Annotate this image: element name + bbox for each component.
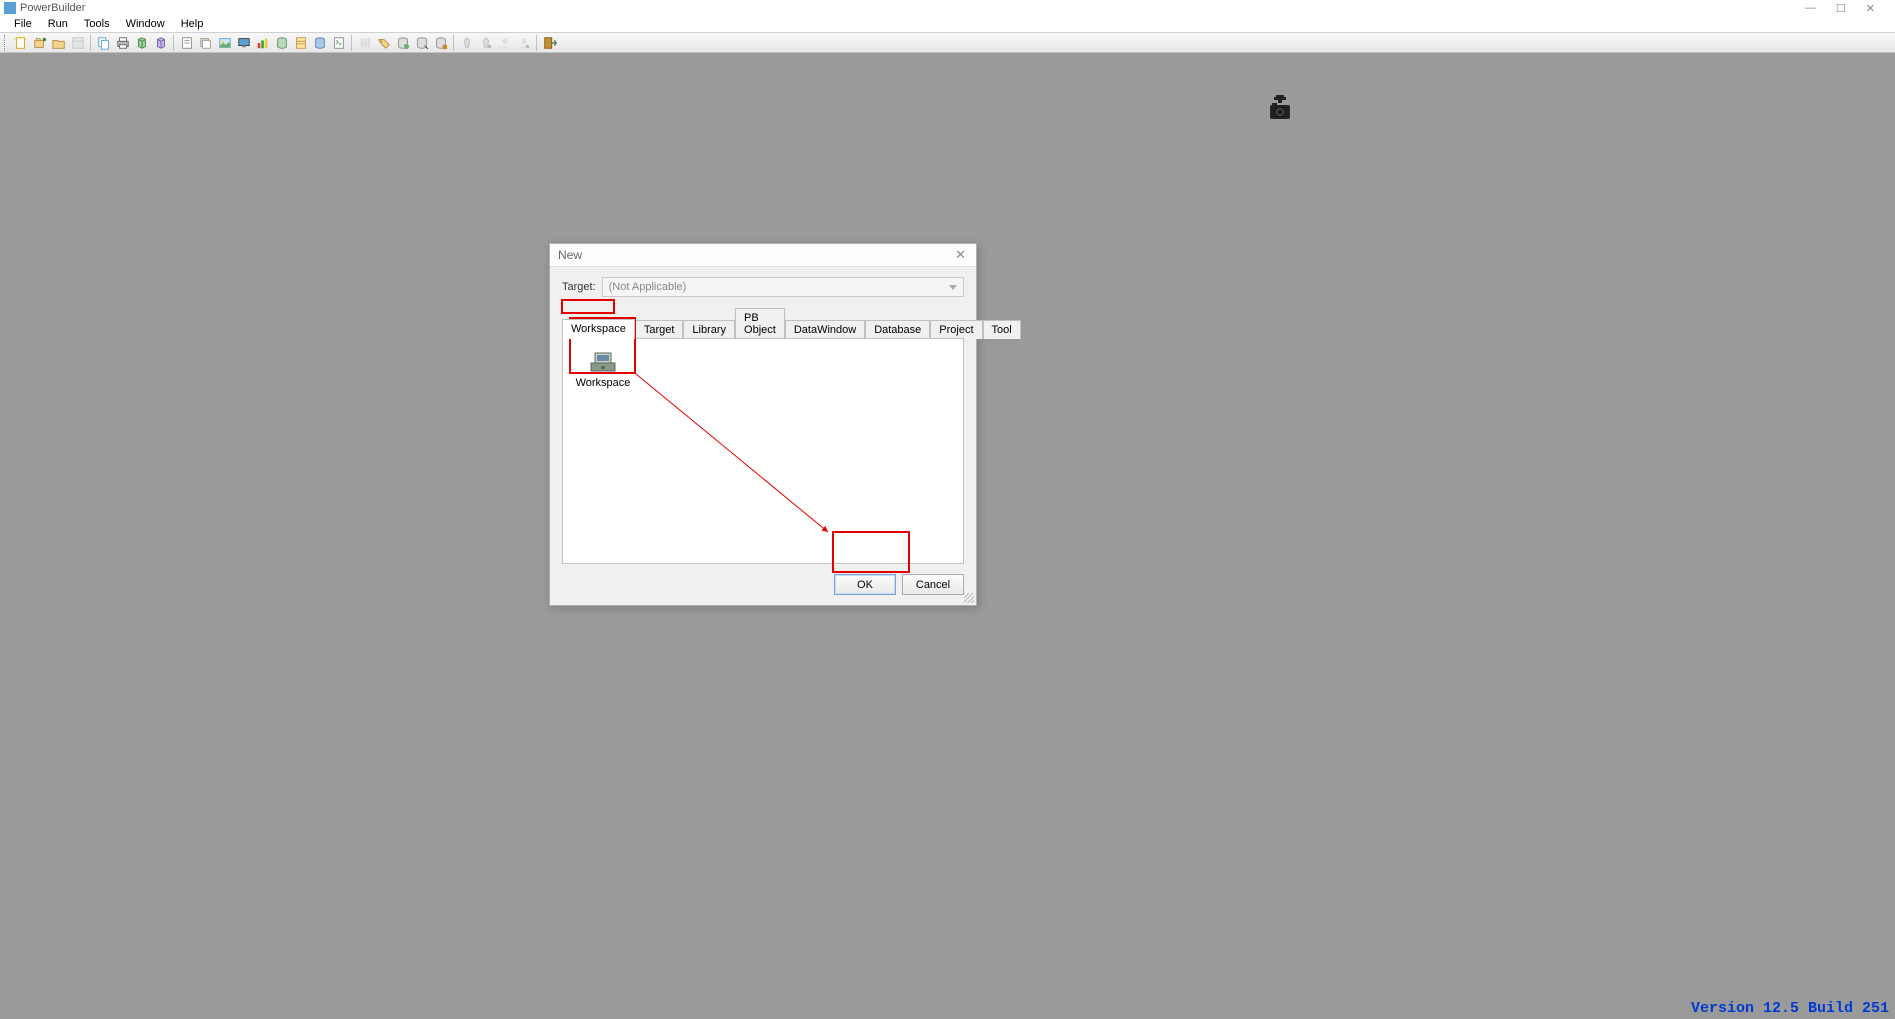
picture-button[interactable] (216, 34, 233, 51)
monitor-button[interactable] (235, 34, 252, 51)
app-icon (4, 2, 16, 14)
cylinder-button[interactable] (311, 34, 328, 51)
tab-library[interactable]: Library (683, 320, 735, 339)
toolbar-separator (453, 35, 454, 51)
target-label: Target: (562, 281, 596, 293)
debug-button (458, 34, 475, 51)
note-button[interactable] (178, 34, 195, 51)
menu-bar: File Run Tools Window Help (0, 15, 1895, 33)
menu-window[interactable]: Window (118, 17, 173, 31)
app-title: PowerBuilder (20, 2, 85, 14)
script-button[interactable] (330, 34, 347, 51)
debug-step-button (477, 34, 494, 51)
target-select[interactable]: (Not Applicable) (602, 277, 964, 297)
tab-datawindow[interactable]: DataWindow (785, 320, 865, 339)
query-button[interactable] (413, 34, 430, 51)
menu-file[interactable]: File (6, 17, 40, 31)
exit-button[interactable] (541, 34, 558, 51)
stack-button[interactable] (197, 34, 214, 51)
target-row: Target: (Not Applicable) (562, 277, 964, 297)
print-button[interactable] (114, 34, 131, 51)
camera-icon (1268, 95, 1292, 126)
toolbar-grip (4, 35, 8, 51)
target-select-value: (Not Applicable) (609, 281, 687, 293)
3d-button[interactable] (133, 34, 150, 51)
db-painter-button[interactable] (432, 34, 449, 51)
tab-project[interactable]: Project (930, 320, 982, 339)
open-folder-button[interactable] (50, 34, 67, 51)
menu-help[interactable]: Help (173, 17, 212, 31)
new-button[interactable] (12, 34, 29, 51)
tab-database[interactable]: Database (865, 320, 930, 339)
dialog-body: Target: (Not Applicable) Workspace Targe… (550, 267, 976, 605)
dialog-title-text: New (558, 248, 582, 262)
dialog-close-button[interactable]: ✕ (951, 247, 970, 263)
db-profile-button[interactable] (394, 34, 411, 51)
dialog-titlebar[interactable]: New ✕ (550, 244, 976, 267)
window-controls: — ☐ ✕ (1805, 0, 1895, 15)
resize-grip[interactable] (964, 593, 974, 603)
minimize-button[interactable]: — (1805, 2, 1816, 15)
dialog-tabs: Workspace Target Library PB Object DataW… (562, 307, 964, 338)
version-text: Version 12.5 Build 251 (1691, 1000, 1889, 1017)
workspace-icon (587, 349, 619, 373)
maximize-button[interactable]: ☐ (1836, 2, 1846, 15)
tab-tool[interactable]: Tool (983, 320, 1021, 339)
menu-tools[interactable]: Tools (76, 17, 118, 31)
toolbar-separator (90, 35, 91, 51)
properties-button (69, 34, 86, 51)
3d-alt-button[interactable] (152, 34, 169, 51)
copy-button[interactable] (95, 34, 112, 51)
menu-run[interactable]: Run (40, 17, 76, 31)
new-dialog: New ✕ Target: (Not Applicable) Workspace… (549, 243, 977, 606)
dw-button[interactable] (292, 34, 309, 51)
toolbar-separator (173, 35, 174, 51)
workspace-item[interactable]: Workspace (571, 347, 635, 391)
library-button (356, 34, 373, 51)
run-button (496, 34, 513, 51)
open-button[interactable] (31, 34, 48, 51)
cancel-button[interactable]: Cancel (902, 574, 964, 595)
toolbar-separator (351, 35, 352, 51)
tab-target[interactable]: Target (635, 320, 684, 339)
dialog-buttons: OK Cancel (562, 564, 964, 595)
tag-button[interactable] (375, 34, 392, 51)
close-button[interactable]: ✕ (1866, 2, 1875, 15)
toolbar-separator (536, 35, 537, 51)
chart-button[interactable] (254, 34, 271, 51)
db-table-button[interactable] (273, 34, 290, 51)
toolbar (0, 33, 1895, 53)
tab-workspace[interactable]: Workspace (562, 319, 635, 339)
tab-pb-object[interactable]: PB Object (735, 308, 785, 339)
tab-content: Workspace (562, 338, 964, 564)
main-area: New ✕ Target: (Not Applicable) Workspace… (0, 53, 1895, 1019)
run-alt-button (515, 34, 532, 51)
workspace-item-label: Workspace (576, 377, 631, 389)
title-bar: PowerBuilder — ☐ ✕ (0, 0, 1895, 15)
ok-button[interactable]: OK (834, 574, 896, 595)
